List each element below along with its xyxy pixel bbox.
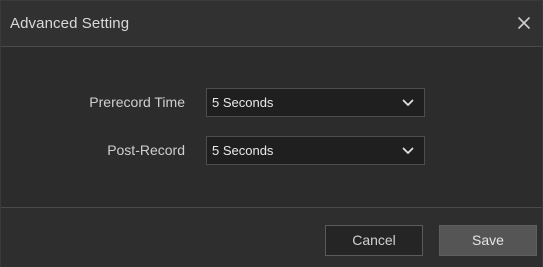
dialog-title: Advanced Setting [10, 15, 130, 32]
close-button[interactable] [514, 13, 534, 33]
dialog-footer: Cancel Save [1, 207, 542, 267]
save-button[interactable]: Save [439, 225, 537, 256]
post-record-value: 5 Seconds [212, 143, 274, 158]
chevron-down-icon [402, 98, 414, 108]
chevron-down-icon [402, 146, 414, 156]
cancel-button[interactable]: Cancel [325, 225, 423, 256]
dialog-titlebar: Advanced Setting [1, 1, 542, 47]
post-record-label: Post-Record [107, 142, 185, 158]
prerecord-row: Prerecord Time 5 Seconds [1, 88, 542, 118]
close-icon [518, 17, 530, 29]
advanced-setting-dialog: Advanced Setting Prerecord Time 5 Second… [0, 0, 543, 267]
dialog-body: Prerecord Time 5 Seconds Post-Record 5 S… [1, 47, 542, 207]
prerecord-time-value: 5 Seconds [212, 95, 274, 110]
prerecord-time-label: Prerecord Time [89, 94, 185, 110]
post-record-select[interactable]: 5 Seconds [206, 136, 425, 165]
post-record-row: Post-Record 5 Seconds [1, 136, 542, 166]
prerecord-time-select[interactable]: 5 Seconds [206, 88, 425, 117]
